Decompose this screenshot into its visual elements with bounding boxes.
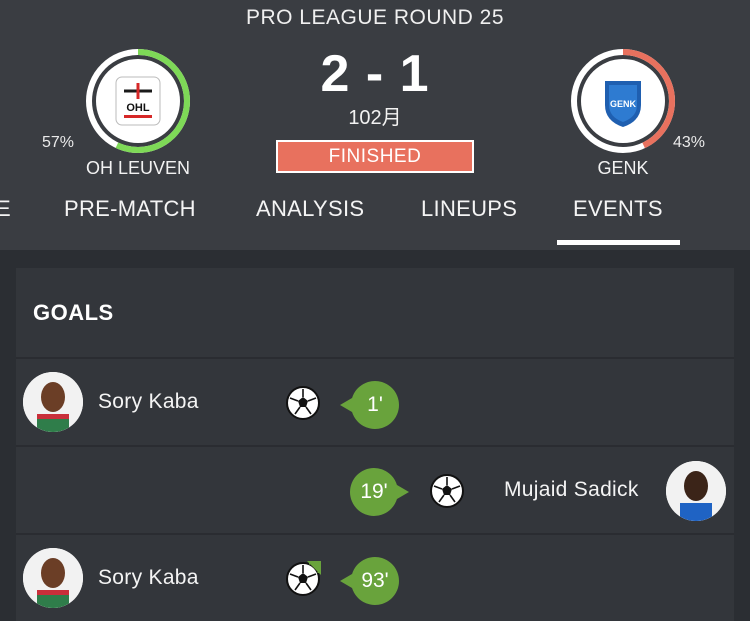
away-possession-percent: 43%	[673, 134, 706, 151]
home-team-name: OH LEUVEN	[85, 158, 191, 178]
player-avatar-sory-kaba[interactable]	[23, 548, 83, 608]
svg-text:GENK: GENK	[610, 99, 637, 109]
score: 2 - 1	[320, 45, 430, 103]
soccer-ball-icon	[286, 386, 320, 420]
match-minute: 102月	[348, 107, 402, 129]
goal-player-name[interactable]: Sory Kaba	[98, 390, 199, 414]
oh-leuven-logo: OHL	[96, 59, 180, 143]
tab-events[interactable]: EVENTS	[573, 196, 663, 222]
tab-lineups[interactable]: LINEUPS	[421, 196, 517, 222]
tab-analysis[interactable]: ANALYSIS	[256, 196, 364, 222]
match-header: PRO LEAGUE ROUND 25 OHL 57% OH LEUVEN 2 …	[0, 0, 750, 250]
goal-player-name[interactable]: Sory Kaba	[98, 566, 199, 590]
soccer-ball-icon	[430, 474, 464, 508]
home-possession-percent: 57%	[42, 134, 75, 151]
away-team-name: GENK	[597, 158, 649, 178]
away-team-badge[interactable]: GENK	[570, 48, 676, 154]
goal-minute-badge: 1'	[340, 381, 399, 429]
events-panel: GOALS Sory Kaba 1' 19' Mujaid Sadick Sor…	[16, 268, 734, 621]
genk-logo: GENK	[581, 59, 665, 143]
goal-minute-badge: 93'	[340, 557, 399, 605]
section-title-goals: GOALS	[33, 300, 114, 325]
svg-text:OHL: OHL	[126, 102, 150, 114]
home-team-badge[interactable]: OHL	[85, 48, 191, 154]
status-badge: FINISHED	[276, 140, 474, 173]
active-tab-indicator	[557, 240, 680, 245]
round-title: PRO LEAGUE ROUND 25	[245, 6, 505, 29]
divider	[16, 445, 734, 447]
goal-player-name[interactable]: Mujaid Sadick	[504, 478, 639, 502]
divider	[16, 533, 734, 535]
player-avatar-sory-kaba[interactable]	[23, 372, 83, 432]
tab-pre-match[interactable]: PRE-MATCH	[64, 196, 196, 222]
player-avatar-mujaid-sadick[interactable]	[666, 461, 726, 521]
soccer-ball-arrow-icon	[286, 561, 321, 596]
divider	[16, 357, 734, 359]
match-tabs: E PRE-MATCH ANALYSIS LINEUPS EVENTS	[0, 196, 750, 250]
goal-minute-badge: 19'	[350, 468, 409, 516]
tab-partial[interactable]: E	[0, 196, 11, 222]
